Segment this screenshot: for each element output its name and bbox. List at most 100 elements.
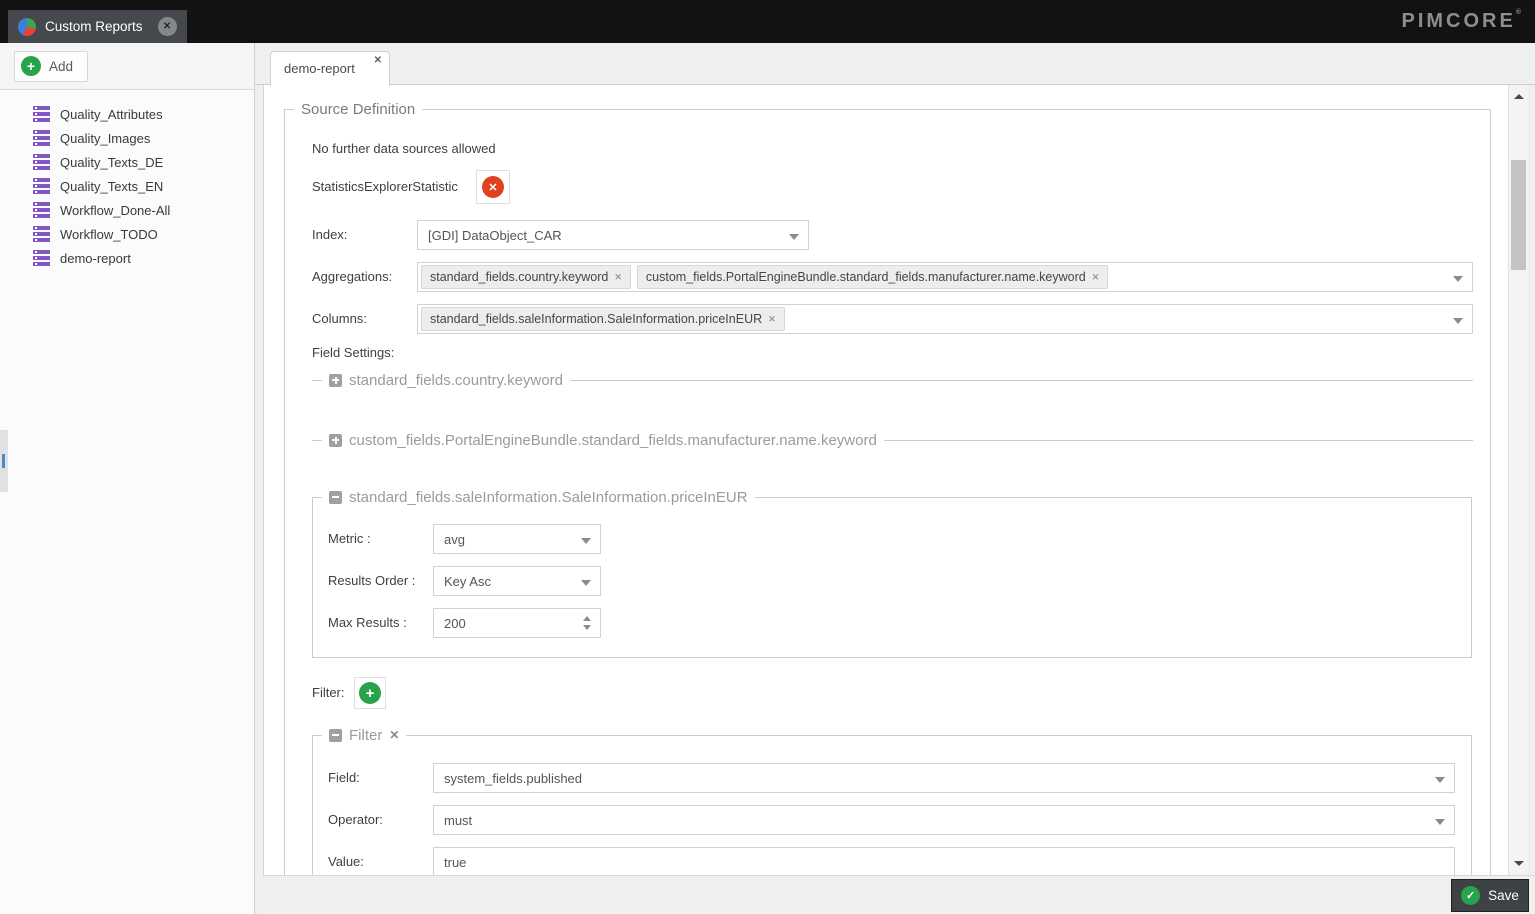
add-button-label: Add (49, 59, 73, 74)
chevron-down-icon[interactable] (1453, 318, 1463, 324)
results-order-combo[interactable] (433, 566, 601, 596)
report-editor-panel: Source Definition No further data source… (263, 85, 1528, 875)
scroll-content: Source Definition No further data source… (264, 85, 1508, 875)
tag-label: standard_fields.country.keyword (430, 270, 608, 284)
save-button-label: Save (1488, 888, 1519, 903)
results-order-label: Results Order : (328, 566, 415, 596)
filter-operator-combo[interactable] (433, 805, 1455, 835)
fieldset-title: standard_fields.country.keyword (349, 372, 563, 389)
aggregations-label: Aggregations: (312, 262, 392, 292)
expand-icon[interactable] (329, 374, 342, 387)
remove-filter-icon[interactable]: ✕ (389, 728, 399, 742)
chevron-down-icon[interactable] (581, 580, 591, 586)
columns-label: Columns: (312, 304, 367, 334)
spinner-up-icon[interactable] (583, 616, 591, 621)
pimcore-logo: PIMCORE ® (1401, 0, 1521, 43)
tab-demo-report[interactable]: demo-report ✕ (270, 51, 390, 86)
max-results-spinner[interactable] (433, 608, 601, 638)
chevron-down-icon[interactable] (1435, 777, 1445, 783)
tag-remove-icon[interactable]: ✕ (1092, 272, 1100, 283)
plus-icon: + (21, 56, 41, 76)
field-settings-label: Field Settings: (312, 345, 394, 360)
delete-data-source-button[interactable]: ✕ (476, 170, 510, 204)
sidebar-toolbar: + Add (0, 43, 254, 90)
chevron-down-icon[interactable] (581, 538, 591, 544)
filter-label: Filter: (312, 677, 345, 709)
report-list-item-quality-images[interactable]: Quality_Images (0, 126, 254, 150)
data-source-name: StatisticsExplorerStatistic (312, 170, 458, 204)
tag-remove-icon[interactable]: ✕ (768, 314, 776, 325)
report-list-item-quality-attributes[interactable]: Quality_Attributes (0, 102, 254, 126)
column-tag[interactable]: standard_fields.saleInformation.SaleInfo… (421, 307, 785, 331)
tab-close-icon[interactable]: ✕ (374, 55, 382, 66)
source-definition-fieldset: Source Definition No further data source… (284, 109, 1491, 875)
check-icon: ✓ (1461, 886, 1480, 905)
no-data-sources-text: No further data sources allowed (312, 141, 496, 156)
registered-mark: ® (1516, 9, 1521, 16)
plus-icon: + (359, 682, 381, 704)
tag-label: custom_fields.PortalEngineBundle.standar… (646, 270, 1086, 284)
chevron-down-icon[interactable] (789, 234, 799, 240)
report-list-item-workflow-todo[interactable]: Workflow_TODO (0, 222, 254, 246)
aggregation-tag[interactable]: custom_fields.PortalEngineBundle.standar… (637, 265, 1108, 289)
report-icon (33, 106, 50, 122)
add-report-button[interactable]: + Add (14, 51, 88, 82)
report-list-item-workflow-done-all[interactable]: Workflow_Done-All (0, 198, 254, 222)
report-list-item-demo-report[interactable]: demo-report (0, 246, 254, 270)
aggregations-combo[interactable]: standard_fields.country.keyword ✕ custom… (417, 262, 1473, 292)
tag-remove-icon[interactable]: ✕ (614, 272, 622, 283)
report-label: Workflow_Done-All (60, 203, 170, 218)
index-input[interactable] (418, 221, 808, 249)
report-label: Quality_Images (60, 131, 150, 146)
fieldset-price-in-eur: standard_fields.saleInformation.SaleInfo… (312, 497, 1472, 658)
scrollbar-thumb[interactable] (1511, 160, 1526, 270)
report-list-item-quality-texts-en[interactable]: Quality_Texts_EN (0, 174, 254, 198)
report-list-item-quality-texts-de[interactable]: Quality_Texts_DE (0, 150, 254, 174)
columns-combo[interactable]: standard_fields.saleInformation.SaleInfo… (417, 304, 1473, 334)
bottom-toolbar: ✓ Save (263, 875, 1535, 914)
spinner-down-icon[interactable] (583, 625, 591, 630)
filter-value-input[interactable] (434, 848, 1454, 875)
pie-chart-icon (18, 18, 36, 36)
editor-tabstrip: demo-report ✕ (255, 43, 1535, 85)
report-icon (33, 130, 50, 146)
main-area: demo-report ✕ Source Definition No furth… (255, 43, 1535, 914)
metric-input[interactable] (434, 525, 600, 553)
fieldset-country-legend: standard_fields.country.keyword (312, 371, 1473, 389)
window-tab-custom-reports[interactable]: Custom Reports ✕ (8, 10, 187, 43)
filter-field-combo[interactable] (433, 763, 1455, 793)
app-topbar: Custom Reports ✕ PIMCORE ® (0, 0, 1535, 43)
report-label: Quality_Attributes (60, 107, 163, 122)
results-order-input[interactable] (434, 567, 600, 595)
filter-field-input[interactable] (434, 764, 1454, 792)
filter-operator-input[interactable] (434, 806, 1454, 834)
collapse-icon[interactable] (329, 491, 342, 504)
vertical-scrollbar[interactable] (1508, 85, 1528, 875)
report-label: Workflow_TODO (60, 227, 158, 242)
fieldset-manufacturer-legend: custom_fields.PortalEngineBundle.standar… (312, 431, 1473, 449)
chevron-down-icon[interactable] (1435, 819, 1445, 825)
panel-collapse-handle[interactable] (0, 430, 8, 492)
expand-icon[interactable] (329, 434, 342, 447)
scroll-up-icon[interactable] (1514, 94, 1524, 99)
tab-label: demo-report (284, 52, 355, 85)
add-filter-button[interactable]: + (354, 677, 386, 709)
aggregation-tag[interactable]: standard_fields.country.keyword ✕ (421, 265, 631, 289)
report-icon (33, 250, 50, 266)
filter-value-field[interactable] (433, 847, 1455, 875)
window-tab-close-icon[interactable]: ✕ (158, 17, 177, 36)
chevron-down-icon[interactable] (1453, 276, 1463, 282)
max-results-input[interactable] (434, 609, 600, 637)
scroll-down-icon[interactable] (1514, 861, 1524, 866)
filter-fieldset: Filter ✕ Field: Operator: (312, 735, 1472, 875)
index-combo[interactable] (417, 220, 809, 250)
source-definition-legend-row: Source Definition (284, 100, 1491, 118)
metric-combo[interactable] (433, 524, 601, 554)
collapse-icon[interactable] (329, 729, 342, 742)
fieldset-title: custom_fields.PortalEngineBundle.standar… (349, 432, 877, 449)
report-label: Quality_Texts_EN (60, 179, 163, 194)
save-button[interactable]: ✓ Save (1451, 879, 1529, 912)
report-icon (33, 226, 50, 242)
index-label: Index: (312, 220, 347, 250)
pimcore-admin-screen: Custom Reports ✕ PIMCORE ® + Add Quality… (0, 0, 1535, 914)
